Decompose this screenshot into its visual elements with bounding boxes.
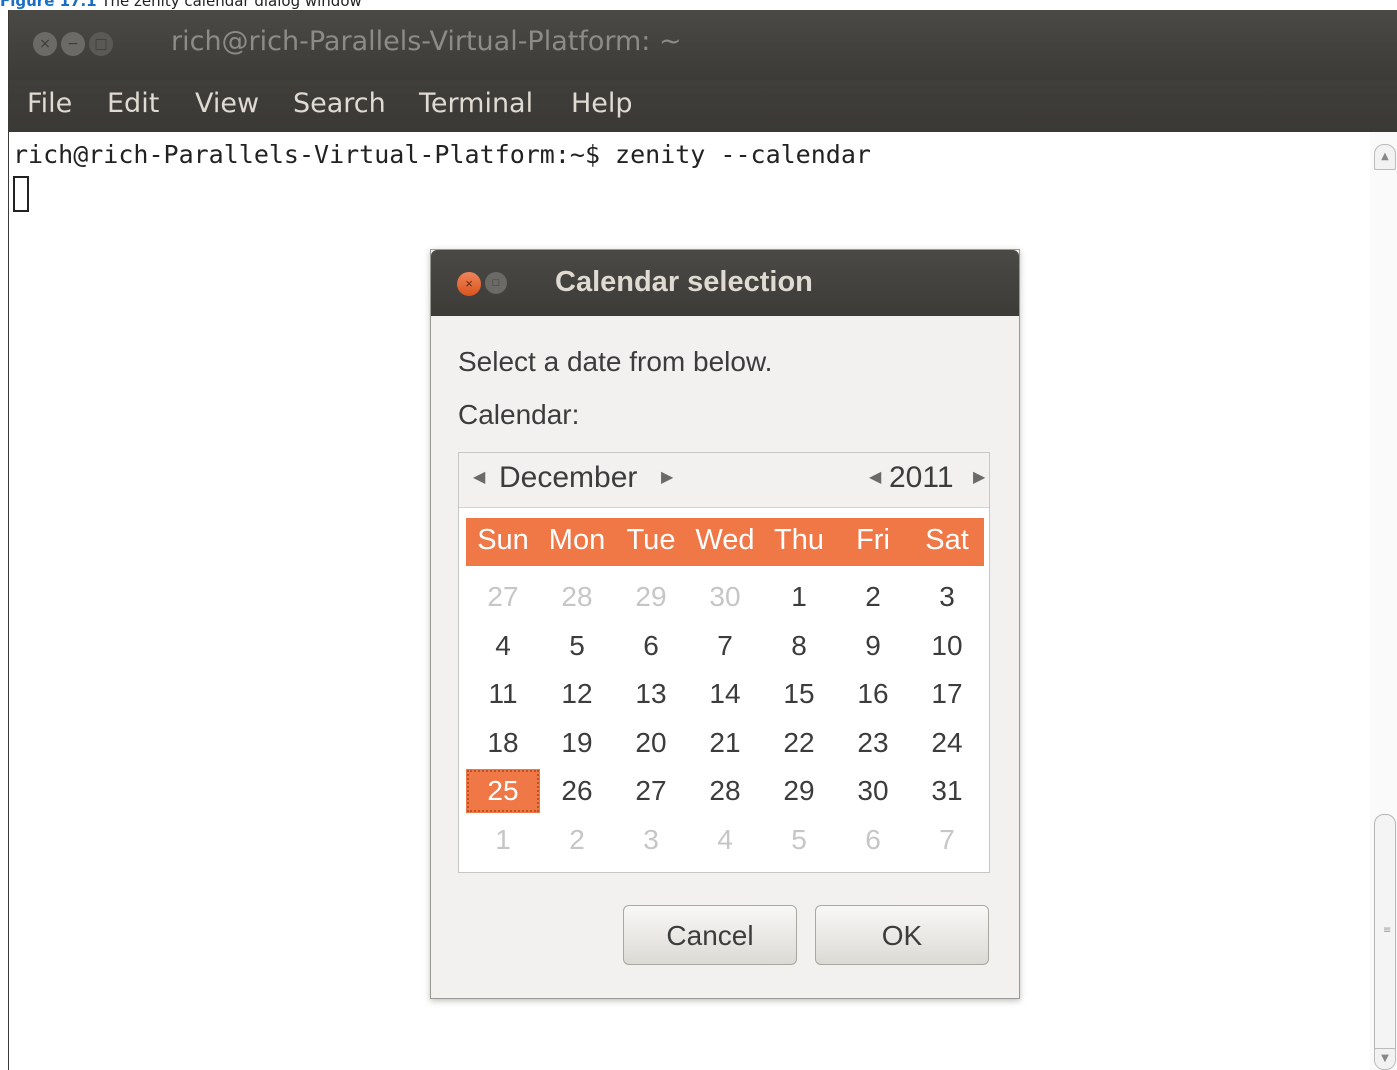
calendar-day[interactable]: 4 [688, 818, 762, 862]
calendar-day[interactable]: 8 [762, 624, 836, 668]
calendar-day[interactable]: 27 [614, 769, 688, 813]
calendar-day[interactable]: 29 [762, 769, 836, 813]
terminal-command-line: rich@rich-Parallels-Virtual-Platform:~$ … [13, 140, 871, 169]
calendar-day[interactable]: 19 [540, 721, 614, 765]
calendar-header: ◀ December ▶ ◀ 2011 ▶ [459, 453, 989, 508]
calendar-dialog: × □ Calendar selection Select a date fro… [430, 249, 1020, 999]
dayname-fri: Fri [856, 524, 890, 556]
calendar-year: 2011 [889, 461, 954, 494]
dayname-tue: Tue [626, 524, 676, 556]
grip-icon: ≡ [1383, 925, 1392, 936]
calendar-day[interactable]: 14 [688, 672, 762, 716]
dayname-thu: Thu [774, 524, 824, 556]
calendar-day[interactable]: 30 [688, 575, 762, 619]
figure-number: Figure 17.1 [0, 0, 97, 10]
calendar-day[interactable]: 21 [688, 721, 762, 765]
calendar-day[interactable]: 13 [614, 672, 688, 716]
menu-terminal[interactable]: Terminal [419, 88, 533, 119]
calendar-day[interactable]: 27 [466, 575, 540, 619]
calendar-day[interactable]: 6 [836, 818, 910, 862]
dialog-title: Calendar selection [555, 266, 813, 298]
calendar-day[interactable]: 6 [614, 624, 688, 668]
calendar-day[interactable]: 7 [688, 624, 762, 668]
calendar-day[interactable]: 20 [614, 721, 688, 765]
calendar-day[interactable]: 1 [762, 575, 836, 619]
figure-caption: Figure 17.1 The zenity calendar dialog w… [0, 0, 362, 10]
dayname-mon: Mon [548, 524, 606, 556]
calendar-day[interactable]: 3 [614, 818, 688, 862]
calendar-day-names: Sun Mon Tue Wed Thu Fri Sat [466, 518, 984, 566]
calendar-day[interactable]: 2 [836, 575, 910, 619]
calendar-day[interactable]: 5 [762, 818, 836, 862]
calendar-day[interactable]: 29 [614, 575, 688, 619]
calendar-day[interactable]: 10 [910, 624, 984, 668]
scrollbar-thumb[interactable]: ≡ [1374, 814, 1396, 1066]
calendar-day[interactable]: 28 [540, 575, 614, 619]
scroll-down-arrow-icon[interactable]: ▼ [1374, 1048, 1396, 1070]
menu-search[interactable]: Search [293, 88, 386, 119]
calendar-day[interactable]: 25 [466, 769, 540, 813]
prev-month-arrow-icon[interactable]: ◀ [473, 467, 485, 487]
menu-bar: File Edit View Search Terminal Help [9, 80, 1397, 132]
calendar-day[interactable]: 16 [836, 672, 910, 716]
dayname-wed: Wed [695, 524, 755, 556]
calendar-day[interactable]: 11 [466, 672, 540, 716]
calendar-day[interactable]: 15 [762, 672, 836, 716]
dayname-sun: Sun [477, 524, 529, 556]
prev-year-arrow-icon[interactable]: ◀ [869, 467, 881, 487]
dayname-sat: Sat [925, 524, 969, 556]
window-close-button[interactable]: × [33, 32, 57, 56]
calendar-day[interactable]: 3 [910, 575, 984, 619]
calendar-day[interactable]: 30 [836, 769, 910, 813]
ok-button[interactable]: OK [815, 905, 989, 965]
calendar-day[interactable]: 23 [836, 721, 910, 765]
menu-view[interactable]: View [195, 88, 259, 119]
dialog-close-button[interactable]: × [457, 272, 481, 296]
calendar-day[interactable]: 7 [910, 818, 984, 862]
calendar-widget[interactable]: ◀ December ▶ ◀ 2011 ▶ Sun Mon Tue Wed Th… [458, 452, 990, 873]
calendar-day[interactable]: 31 [910, 769, 984, 813]
calendar-day[interactable]: 1 [466, 818, 540, 862]
calendar-month: December [499, 461, 638, 494]
dialog-prompt: Select a date from below. [458, 346, 773, 377]
dialog-titlebar[interactable]: × □ Calendar selection [431, 250, 1019, 316]
next-month-arrow-icon[interactable]: ▶ [661, 467, 673, 487]
window-titlebar[interactable]: × − □ rich@rich-Parallels-Virtual-Platfo… [9, 10, 1397, 80]
calendar-label: Calendar: [458, 399, 580, 430]
menu-file[interactable]: File [27, 88, 72, 119]
terminal-scrollbar[interactable]: ▲ ≡ ▼ [1370, 132, 1397, 1070]
dialog-maximize-button[interactable]: □ [485, 272, 507, 294]
calendar-day[interactable]: 26 [540, 769, 614, 813]
calendar-day[interactable]: 2 [540, 818, 614, 862]
calendar-day[interactable]: 5 [540, 624, 614, 668]
window-title: rich@rich-Parallels-Virtual-Platform: ~ [171, 26, 682, 57]
figure-caption-text: The zenity calendar dialog window [101, 0, 362, 10]
calendar-day[interactable]: 22 [762, 721, 836, 765]
calendar-day[interactable]: 24 [910, 721, 984, 765]
calendar-day[interactable]: 12 [540, 672, 614, 716]
window-minimize-button[interactable]: − [61, 32, 85, 56]
menu-edit[interactable]: Edit [107, 88, 159, 119]
terminal-cursor [13, 176, 29, 212]
calendar-day[interactable]: 28 [688, 769, 762, 813]
menu-help[interactable]: Help [571, 88, 633, 119]
window-maximize-button[interactable]: □ [89, 32, 113, 56]
calendar-day[interactable]: 9 [836, 624, 910, 668]
scroll-up-arrow-icon[interactable]: ▲ [1374, 144, 1396, 170]
calendar-day[interactable]: 18 [466, 721, 540, 765]
next-year-arrow-icon[interactable]: ▶ [973, 467, 985, 487]
calendar-day[interactable]: 4 [466, 624, 540, 668]
cancel-button[interactable]: Cancel [623, 905, 797, 965]
calendar-day[interactable]: 17 [910, 672, 984, 716]
